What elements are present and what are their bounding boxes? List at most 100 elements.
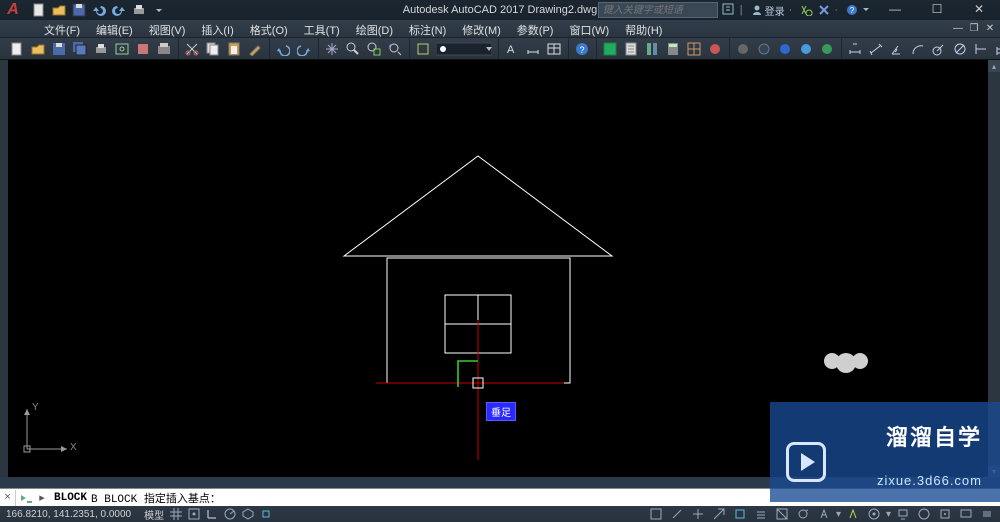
save-icon[interactable]: [49, 40, 69, 58]
layer-dropdown[interactable]: [434, 40, 494, 58]
copy-icon[interactable]: [203, 40, 223, 58]
dim-style-icon[interactable]: [523, 40, 543, 58]
dim-ordinate-icon[interactable]: [971, 40, 991, 58]
menu-window[interactable]: 窗口(W): [561, 20, 617, 37]
redo-icon[interactable]: [294, 40, 314, 58]
dim-aligned-icon[interactable]: [866, 40, 886, 58]
exchange-icon[interactable]: [800, 4, 814, 16]
qat-save-icon[interactable]: [70, 2, 88, 18]
dim-diameter-icon[interactable]: [950, 40, 970, 58]
design-center-icon[interactable]: [684, 40, 704, 58]
plot-icon[interactable]: [91, 40, 111, 58]
app-store-icon[interactable]: [818, 4, 830, 16]
dim-linear-icon[interactable]: [845, 40, 865, 58]
mdi-minimize-button[interactable]: —: [950, 21, 966, 35]
menu-file[interactable]: 文件(F): [36, 20, 88, 37]
dim-arc-icon[interactable]: [908, 40, 928, 58]
close-button[interactable]: ✕: [958, 0, 1000, 18]
plot-preview-icon[interactable]: [112, 40, 132, 58]
table-style-icon[interactable]: [544, 40, 564, 58]
zoom-prev-icon[interactable]: [385, 40, 405, 58]
qat-open-icon[interactable]: [50, 2, 68, 18]
globe-green-icon[interactable]: [817, 40, 837, 58]
isoplane-icon[interactable]: [239, 507, 257, 521]
paste-icon[interactable]: [224, 40, 244, 58]
menu-view[interactable]: 视图(V): [141, 20, 194, 37]
mdi-restore-button[interactable]: ❐: [966, 21, 982, 35]
qp-icon[interactable]: [668, 507, 686, 521]
hw-accel-icon[interactable]: [915, 507, 933, 521]
cut-icon[interactable]: [182, 40, 202, 58]
dim-angular-icon[interactable]: [887, 40, 907, 58]
dim-radius-icon[interactable]: [929, 40, 949, 58]
ann-vis-icon[interactable]: [844, 507, 862, 521]
space-toggle[interactable]: 模型: [141, 507, 167, 521]
ann-scale-icon[interactable]: [815, 507, 833, 521]
cycle-icon[interactable]: [794, 507, 812, 521]
properties-icon[interactable]: [600, 40, 620, 58]
help-toolbar-icon[interactable]: ?: [572, 40, 592, 58]
ann-monitor-icon[interactable]: [894, 507, 912, 521]
menu-edit[interactable]: 编辑(E): [88, 20, 141, 37]
help-icon[interactable]: ?: [846, 4, 858, 16]
menu-draw[interactable]: 绘图(D): [348, 20, 401, 37]
grid-toggle-icon[interactable]: [167, 507, 185, 521]
saveall-icon[interactable]: [70, 40, 90, 58]
cmdline-history-icon[interactable]: ▸: [36, 491, 48, 505]
markup-icon[interactable]: [705, 40, 725, 58]
model-space-icon[interactable]: [647, 507, 665, 521]
open-doc-icon[interactable]: [28, 40, 48, 58]
isolate-icon[interactable]: [936, 507, 954, 521]
dyn-input-icon[interactable]: [689, 507, 707, 521]
menu-insert[interactable]: 插入(I): [193, 20, 241, 37]
dim-baseline-icon[interactable]: [992, 40, 1000, 58]
undo-icon[interactable]: [273, 40, 293, 58]
ws-switch-icon[interactable]: [865, 507, 883, 521]
lwt-icon[interactable]: [752, 507, 770, 521]
osnap2-icon[interactable]: [731, 507, 749, 521]
cleanscreen-icon[interactable]: [957, 507, 975, 521]
batch-plot-icon[interactable]: [154, 40, 174, 58]
globe-dark-icon[interactable]: [754, 40, 774, 58]
cmdline-close-icon[interactable]: ×: [0, 490, 16, 506]
menu-modify[interactable]: 修改(M): [454, 20, 509, 37]
maximize-button[interactable]: ☐: [916, 0, 958, 18]
menu-format[interactable]: 格式(O): [242, 20, 296, 37]
login-link[interactable]: 登录: [751, 3, 785, 18]
block-edit-icon[interactable]: [413, 40, 433, 58]
menu-dimension[interactable]: 标注(N): [401, 20, 454, 37]
qat-dropdown-icon[interactable]: [150, 2, 168, 18]
ortho-icon[interactable]: [203, 507, 221, 521]
text-style-icon[interactable]: A: [502, 40, 522, 58]
sheetset-icon[interactable]: [621, 40, 641, 58]
transparency-icon[interactable]: [773, 507, 791, 521]
qat-undo-icon[interactable]: [90, 2, 108, 18]
pan-icon[interactable]: [322, 40, 342, 58]
new-doc-icon[interactable]: [7, 40, 27, 58]
menu-tools[interactable]: 工具(T): [296, 20, 348, 37]
menu-parametric[interactable]: 参数(P): [509, 20, 562, 37]
app-logo[interactable]: A: [0, 0, 26, 20]
infocenter-search-icon[interactable]: [722, 3, 736, 17]
render-icon[interactable]: [733, 40, 753, 58]
scroll-up-icon[interactable]: ▴: [988, 60, 1000, 72]
otrack-icon[interactable]: [710, 507, 728, 521]
globe-blue-icon[interactable]: [775, 40, 795, 58]
qat-new-icon[interactable]: [30, 2, 48, 18]
quickcalc-icon[interactable]: [663, 40, 683, 58]
menu-help[interactable]: 帮助(H): [617, 20, 670, 37]
help-dropdown-icon[interactable]: [862, 4, 870, 16]
search-input[interactable]: [598, 2, 718, 18]
qat-plot-icon[interactable]: [130, 2, 148, 18]
globe-lightblue-icon[interactable]: [796, 40, 816, 58]
qat-redo-icon[interactable]: [110, 2, 128, 18]
snap-mode-icon[interactable]: [185, 507, 203, 521]
tool-palette-icon[interactable]: [642, 40, 662, 58]
publish-icon[interactable]: [133, 40, 153, 58]
polar-icon[interactable]: [221, 507, 239, 521]
zoom-window-icon[interactable]: [364, 40, 384, 58]
osnap-icon[interactable]: [257, 507, 275, 521]
minimize-button[interactable]: —: [874, 0, 916, 18]
custom-icon[interactable]: [978, 507, 996, 521]
match-prop-icon[interactable]: [245, 40, 265, 58]
